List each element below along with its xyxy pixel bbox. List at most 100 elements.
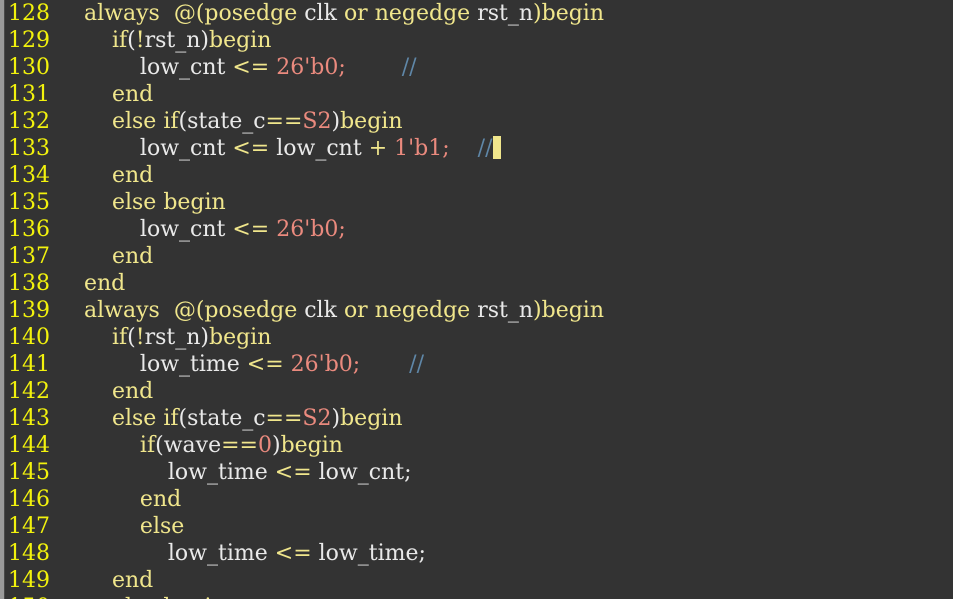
token-id: state_c [187,406,266,431]
code-line[interactable]: 142 end [0,378,953,405]
token-whitespace [56,82,112,107]
code-line[interactable]: 148 low_time <= low_time; [0,540,953,567]
token-id: low_time [167,541,268,566]
token-whitespace [160,298,174,323]
token-kw: begin [163,595,225,599]
token-id: low_cnt [139,55,226,80]
code-line-text[interactable]: end [56,162,953,189]
code-line-text[interactable]: low_cnt <= 26'b0; // [56,54,953,81]
token-whitespace [56,190,112,215]
token-semi: ; [338,55,346,80]
code-line-text[interactable]: end [56,243,953,270]
token-whitespace [56,217,140,242]
code-editor[interactable]: 128 always @(posedge clk or negedge rst_… [0,0,953,599]
code-line-text[interactable]: always @(posedge clk or negedge rst_n)be… [56,0,953,27]
token-punc: ( [178,109,188,134]
code-line[interactable]: 131 end [0,81,953,108]
code-line[interactable]: 136 low_cnt <= 26'b0; [0,216,953,243]
line-number: 137 [8,244,50,269]
token-whitespace [337,298,344,323]
code-line-text[interactable]: else if(state_c==S2)begin [56,108,953,135]
code-line[interactable]: 149 end [0,567,953,594]
code-line[interactable]: 129 if(!rst_n)begin [0,27,953,54]
code-line[interactable]: 135 else begin [0,189,953,216]
token-whitespace [284,352,291,377]
token-kw: begin [541,1,604,26]
code-line-text[interactable]: if(!rst_n)begin [56,324,953,351]
token-whitespace [56,406,112,431]
token-kw: else [139,514,185,539]
token-whitespace [450,136,478,161]
code-line[interactable]: 134 end [0,162,953,189]
code-line-text[interactable]: else begin [56,189,953,216]
code-line-text[interactable]: always @(posedge clk or negedge rst_n)be… [56,297,953,324]
code-line-text[interactable]: low_time <= low_time; [56,540,953,567]
code-line-text[interactable]: low_cnt <= 26'b0; [56,216,953,243]
token-punc: ( [127,325,136,350]
token-id: low_cnt [139,136,226,161]
token-op: ) [533,298,542,323]
code-lines-container[interactable]: 128 always @(posedge clk or negedge rst_… [0,0,953,599]
token-kw: negedge [374,298,471,323]
token-id: low_time [139,352,240,377]
token-whitespace [56,514,140,539]
token-kw: begin [209,28,272,53]
code-line-text[interactable]: end [56,486,953,513]
code-line-text[interactable]: low_time <= 26'b0; // [56,351,953,378]
code-line[interactable]: 137 end [0,243,953,270]
code-line-text[interactable]: low_cnt <= low_cnt + 1'b1; // [56,135,953,162]
token-op: == [265,109,303,134]
code-line[interactable]: 146 end [0,486,953,513]
code-line-text[interactable]: end [56,81,953,108]
token-kw: end [111,82,154,107]
token-kw: begin [163,190,226,215]
token-whitespace [312,541,319,566]
token-op: <= [274,460,312,485]
code-line[interactable]: 141 low_time <= 26'b0; // [0,351,953,378]
code-line[interactable]: 130 low_cnt <= 26'b0; // [0,54,953,81]
token-op: <= [232,136,270,161]
code-line-text[interactable]: else [56,513,953,540]
code-line-text[interactable]: else if(state_c==S2)begin [56,405,953,432]
token-punc: ) [200,28,209,53]
code-line-text[interactable]: if(wave==0)begin [56,432,953,459]
token-num: S2 [302,109,332,134]
token-whitespace [337,1,344,26]
code-line[interactable]: 132 else if(state_c==S2)begin [0,108,953,135]
code-line[interactable]: 143 else if(state_c==S2)begin [0,405,953,432]
code-line[interactable]: 145 low_time <= low_cnt; [0,459,953,486]
code-line[interactable]: 140 if(!rst_n)begin [0,324,953,351]
token-whitespace [346,55,402,80]
token-cmt: // [409,352,424,377]
token-whitespace [56,352,140,377]
token-kw: always [83,298,160,323]
code-line[interactable]: 139 always @(posedge clk or negedge rst_… [0,297,953,324]
token-kw: begin [340,406,403,431]
token-op: <= [246,352,284,377]
line-number: 146 [8,487,50,512]
code-line[interactable]: 128 always @(posedge clk or negedge rst_… [0,0,953,27]
code-line-text[interactable]: else begin [56,594,953,599]
token-whitespace [240,352,247,377]
code-line[interactable]: 144 if(wave==0)begin [0,432,953,459]
token-whitespace [56,568,112,593]
line-number: 140 [8,325,50,350]
code-line[interactable]: 138 end [0,270,953,297]
code-line-text[interactable]: end [56,270,953,297]
line-number: 145 [8,460,50,485]
token-kw: or [343,298,368,323]
token-whitespace [360,352,409,377]
code-line-text[interactable]: end [56,378,953,405]
code-line-text[interactable]: if(!rst_n)begin [56,27,953,54]
code-line-text[interactable]: low_time <= low_cnt; [56,459,953,486]
line-number: 130 [8,55,50,80]
code-line[interactable]: 133 low_cnt <= low_cnt + 1'b1; // [0,135,953,162]
token-whitespace [56,460,168,485]
line-number: 134 [8,163,50,188]
token-whitespace [56,487,140,512]
code-line-text[interactable]: end [56,567,953,594]
code-line[interactable]: 147 else [0,513,953,540]
token-whitespace [368,1,375,26]
code-line[interactable]: 150 else begin [0,594,953,599]
line-number: 128 [8,1,50,26]
